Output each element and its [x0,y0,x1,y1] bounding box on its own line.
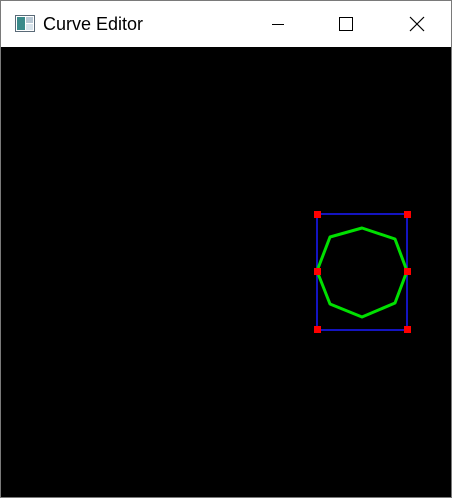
control-point-bottom-right[interactable] [404,326,411,333]
bounding-box[interactable] [316,213,408,331]
octagon-curve[interactable] [315,226,409,319]
minimize-icon [272,24,284,25]
control-point-middle-left[interactable] [314,268,321,275]
window-title: Curve Editor [43,14,144,34]
maximize-button[interactable] [323,1,369,47]
maximize-icon [339,17,353,31]
title-bar[interactable]: Curve Editor [1,1,451,47]
minimize-button[interactable] [255,1,301,47]
app-window: Curve Editor [0,0,452,498]
close-button[interactable] [394,1,440,47]
control-point-middle-right[interactable] [404,268,411,275]
app-icon [15,15,35,32]
control-point-bottom-left[interactable] [314,326,321,333]
control-point-top-right[interactable] [404,211,411,218]
curve-canvas-svg[interactable] [1,47,451,497]
control-point-top-left[interactable] [314,211,321,218]
close-icon [409,16,425,32]
drawing-canvas[interactable] [1,47,451,497]
